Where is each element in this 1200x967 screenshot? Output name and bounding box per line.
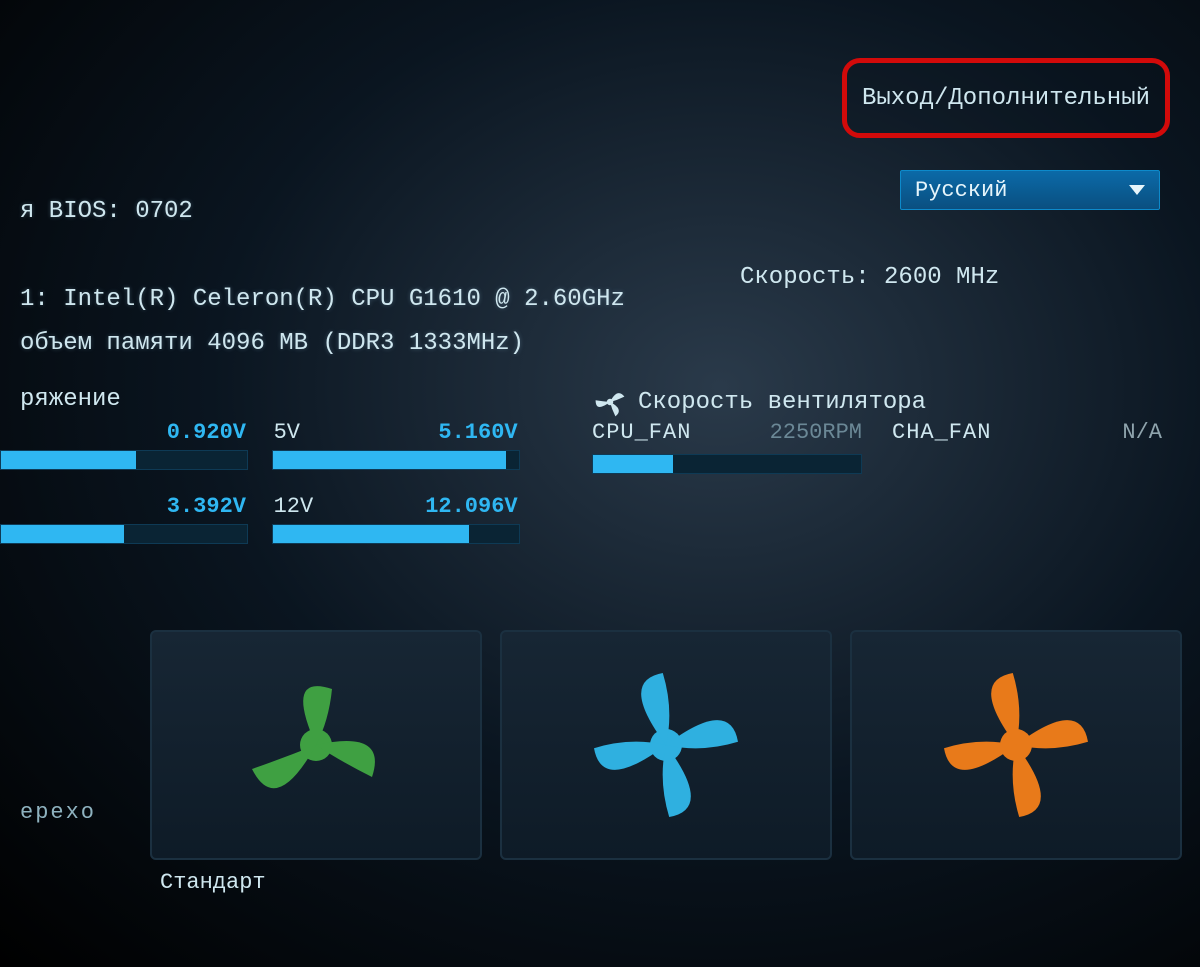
voltage-title: ряжение (20, 386, 121, 413)
exit-advanced-label: Выход/Дополнительный (862, 85, 1150, 112)
fan-eco-icon (236, 665, 396, 825)
fan-profile-standard[interactable] (500, 630, 832, 860)
fan-name: CPU_FAN (592, 420, 691, 450)
fan-profile-eco[interactable] (150, 630, 482, 860)
cpu-info: 1: Intel(R) Celeron(R) CPU G1610 @ 2.60G… (20, 286, 625, 313)
voltage-item: 5V 5.160V (272, 420, 520, 470)
fan-speed-title: Скорость вентилятора (638, 389, 926, 416)
fan-profile-row (0, 630, 1200, 860)
voltage-value: 0.920V (167, 420, 246, 446)
voltage-value: 12.096V (425, 494, 517, 520)
voltage-fill (1, 525, 124, 543)
voltage-fill (273, 525, 470, 543)
voltage-item: 0.920V (0, 420, 248, 470)
chevron-down-icon (1129, 185, 1145, 195)
fan-profile-turbo[interactable] (850, 630, 1182, 860)
voltage-bar (272, 450, 520, 470)
bios-version: я BIOS: 0702 (20, 198, 193, 225)
fan-item-cpu: CPU_FAN 2250RPM (592, 420, 862, 474)
language-value: Русский (915, 178, 1007, 203)
cpu-speed: Скорость: 2600 MHz (740, 264, 999, 291)
voltage-item: 12V 12.096V (272, 494, 520, 544)
fan-name: CHA_FAN (892, 420, 991, 450)
language-selector[interactable]: Русский (900, 170, 1160, 210)
fan-item-cha: CHA_FAN N/A (892, 420, 1162, 474)
memory-info: объем памяти 4096 MB (DDR3 1333MHz) (20, 330, 524, 357)
fan-bar (592, 454, 862, 474)
fan-icon (592, 384, 628, 420)
fan-value: 2250RPM (770, 420, 862, 450)
voltage-bar (0, 450, 248, 470)
profile-label-standard: Стандарт (160, 870, 266, 895)
voltage-value: 5.160V (438, 420, 517, 446)
fan-turbo-icon (936, 665, 1096, 825)
voltage-name: 5V (274, 420, 300, 446)
voltage-bar (272, 524, 520, 544)
voltage-bar (0, 524, 248, 544)
voltage-fill (1, 451, 136, 469)
fan-value: N/A (1122, 420, 1162, 450)
system-info: я BIOS: 0702 1: Intel(R) Celeron(R) CPU … (20, 190, 625, 366)
fan-standard-icon (586, 665, 746, 825)
voltage-item: 3.392V (0, 494, 248, 544)
voltage-value: 3.392V (167, 494, 246, 520)
voltage-fill (273, 451, 507, 469)
exit-advanced-button[interactable]: Выход/Дополнительный (842, 58, 1170, 138)
fan-fill (593, 455, 673, 473)
left-trunc-label: ерехо (20, 800, 96, 825)
voltage-name: 12V (274, 494, 314, 520)
fan-speed-title-row: Скорость вентилятора (592, 384, 926, 420)
